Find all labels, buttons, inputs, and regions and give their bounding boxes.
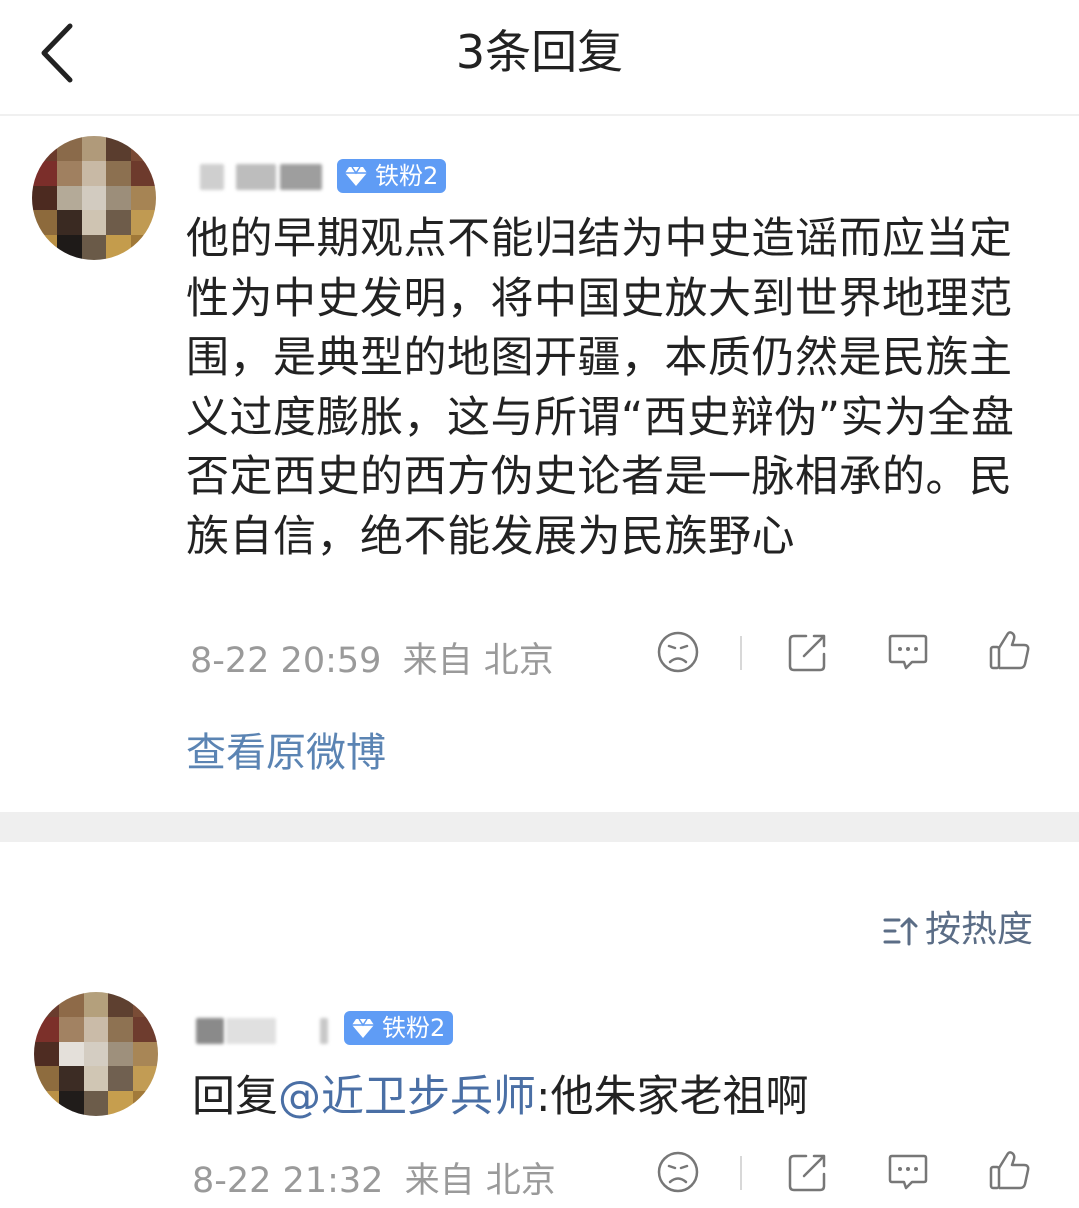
diamond-icon [345,166,367,186]
view-original-link[interactable]: 查看原微博 [186,720,386,778]
fan-badge[interactable]: 铁粉2 [337,159,447,193]
comment-location: 来自 北京 [402,641,554,681]
comment-icon [888,1154,928,1190]
reply-username[interactable] [196,1012,336,1048]
avatar-image [32,136,156,260]
reply-comment-button[interactable] [886,1150,930,1194]
comment-time: 8-22 20:59 [190,641,382,681]
badge-label: 铁粉2 [375,162,439,190]
action-separator [740,1156,742,1190]
avatar[interactable] [32,136,156,260]
reply-prefix: 回复 [192,1072,278,1122]
sort-label: 按热度 [924,909,1033,950]
reply-text: 回复@近卫步兵师:他朱家老祖啊 [192,1062,809,1124]
diamond-icon [352,1018,374,1038]
reply-location: 来自 北京 [404,1161,556,1201]
section-divider [0,812,1079,842]
sad-face-icon [657,1151,699,1193]
sort-button[interactable]: 按热度 [883,900,1033,950]
reply-body: :他朱家老祖啊 [536,1072,809,1122]
reply-fan-badge[interactable]: 铁粉2 [344,1011,454,1045]
mention-link[interactable]: @近卫步兵师 [278,1072,536,1122]
comment-text: 他的早期观点不能归结为中史造谣而应当定性为中史发明，将中国史放大到世界地理范围，… [186,214,1015,562]
share-icon [788,634,826,672]
like-button[interactable] [988,628,1032,672]
dislike-button[interactable] [656,630,700,674]
header-divider [0,114,1079,116]
thumbs-up-icon [989,631,1030,670]
share-icon [788,1154,826,1192]
reply-avatar[interactable] [34,992,158,1116]
page-title: 3条回复 [455,25,624,79]
action-separator [740,636,742,670]
reply-share-button[interactable] [786,1150,830,1194]
comment-button[interactable] [886,630,930,674]
reply-dislike-button[interactable] [656,1150,700,1194]
comment-meta: 8-22 20:59 来自 北京 [190,632,554,683]
share-button[interactable] [786,630,830,674]
username[interactable] [200,158,330,194]
badge-label: 铁粉2 [382,1014,446,1042]
thumbs-up-icon [989,1151,1030,1190]
sort-icon [883,917,918,946]
reply-like-button[interactable] [988,1148,1032,1192]
top-bar: 3条回复 [0,0,1079,108]
avatar-image [34,992,158,1116]
comment-icon [888,634,928,670]
reply-time: 8-22 21:32 [192,1161,384,1201]
reply-meta: 8-22 21:32 来自 北京 [192,1152,556,1203]
sad-face-icon [657,631,699,673]
